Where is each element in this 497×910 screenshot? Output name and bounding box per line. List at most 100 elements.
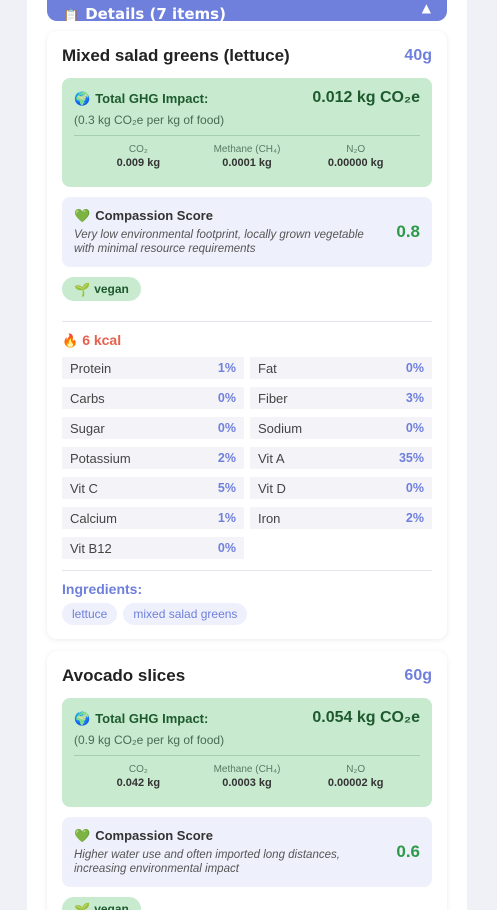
gas-name: N₂O	[346, 144, 366, 155]
gas-value: 0.042 kg	[116, 777, 161, 789]
vegan-tag: 🌱 vegan	[62, 897, 141, 910]
results-panel: 📋 Details (7 items) ▲ Mixed salad greens…	[27, 0, 467, 910]
nutrient-name: Vit C	[70, 480, 98, 496]
tag-label: vegan	[94, 902, 129, 910]
item-card: Mixed salad greens (lettuce) 40g 🌍 Total …	[47, 31, 447, 639]
compassion-box: 💚 Compassion Score Very low environmental…	[62, 197, 432, 267]
compassion-box: 💚 Compassion Score Higher water use and o…	[62, 817, 432, 887]
nutrient-sugar: Sugar 0%	[62, 417, 244, 439]
details-header[interactable]: 📋 Details (7 items) ▲	[47, 0, 447, 21]
nutrient-name: Calcium	[70, 510, 117, 526]
nutrient-name: Vit D	[258, 480, 286, 496]
compassion-description: Very low environmental footprint, locall…	[74, 229, 364, 255]
calories: 🔥 6 kcal	[62, 332, 432, 348]
gas-value: 0.009 kg	[116, 157, 161, 169]
seedling-icon: 🌱	[74, 901, 91, 910]
nutrient-value: 1%	[217, 361, 236, 375]
ghg-label: Total GHG Impact:	[95, 90, 209, 106]
gas-value: 0.00000 kg	[327, 157, 384, 169]
ingredient-tag: mixed salad greens	[123, 603, 248, 625]
nutrient-name: Potassium	[70, 450, 131, 466]
nutrient-value: 0%	[217, 421, 236, 435]
nutrient-protein: Protein 1%	[62, 357, 244, 379]
fire-icon: 🔥	[62, 332, 79, 348]
nutrient-sodium: Sodium 0%	[250, 417, 432, 439]
ghg-per-kg: (0.3 kg CO₂e per kg of food)	[74, 113, 225, 127]
nutrient-name: Vit A	[258, 450, 285, 466]
nutrient-iron: Iron 2%	[250, 507, 432, 529]
vegan-tag: 🌱 vegan	[62, 277, 141, 301]
gas-methane: Methane (CH₄) 0.0001 kg	[193, 144, 302, 169]
nutrient-value: 0%	[405, 361, 424, 375]
kcal-value: 6 kcal	[82, 332, 122, 348]
nutrient-name: Protein	[70, 360, 112, 376]
ghg-value: 0.012 kg CO₂e	[312, 89, 420, 106]
nutrient-value: 2%	[217, 451, 236, 465]
nutrient-name: Fat	[258, 360, 277, 376]
nutrient-value: 0%	[405, 421, 424, 435]
gas-name: CO₂	[128, 764, 148, 775]
ghg-per-kg: (0.9 kg CO₂e per kg of food)	[74, 733, 225, 747]
nutrient-value: 1%	[217, 511, 236, 525]
gas-value: 0.00002 kg	[327, 777, 384, 789]
nutrient-carbs: Carbs 0%	[62, 387, 244, 409]
globe-icon: 🌍	[74, 710, 91, 726]
nutrient-value: 35%	[398, 451, 424, 465]
green-heart-icon: 💚	[74, 208, 91, 223]
ghg-value: 0.054 kg CO₂e	[312, 709, 420, 726]
nutrient-fiber: Fiber 3%	[250, 387, 432, 409]
gas-co2: CO₂ 0.042 kg	[84, 764, 193, 789]
nutrient-value: 5%	[217, 481, 236, 495]
compassion-score: 0.6	[396, 842, 420, 861]
nutrient-name: Iron	[258, 510, 281, 526]
divider	[62, 570, 432, 571]
nutrient-grid: Protein 1% Fat 0% Carbs 0% Fiber 3% Sugar 0% …	[62, 357, 432, 559]
clipboard-icon: 📋	[63, 9, 80, 21]
item-name: Mixed salad greens (lettuce)	[62, 46, 290, 65]
nutrient-name: Sugar	[70, 420, 105, 436]
gas-n2o: N₂O 0.00000 kg	[301, 144, 410, 169]
chevron-up-icon[interactable]: ▲	[422, 1, 431, 15]
nutrient-name: Vit B12	[70, 540, 112, 556]
item-weight: 40g	[404, 47, 432, 64]
item-name: Avocado slices	[62, 666, 186, 685]
compassion-title: Compassion Score	[95, 208, 213, 223]
nutrient-value: 0%	[217, 541, 236, 555]
nutrient-name: Carbs	[70, 390, 105, 406]
globe-icon: 🌍	[74, 90, 91, 106]
tag-label: vegan	[94, 282, 129, 296]
nutrient-vit-d: Vit D 0%	[250, 477, 432, 499]
gas-n2o: N₂O 0.00002 kg	[301, 764, 410, 789]
nutrient-calcium: Calcium 1%	[62, 507, 244, 529]
nutrient-potassium: Potassium 2%	[62, 447, 244, 469]
gas-value: 0.0003 kg	[222, 777, 272, 789]
nutrient-fat: Fat 0%	[250, 357, 432, 379]
gas-co2: CO₂ 0.009 kg	[84, 144, 193, 169]
ghg-label: Total GHG Impact:	[95, 710, 209, 726]
nutrient-name: Fiber	[258, 390, 288, 406]
divider	[74, 755, 420, 756]
gas-name: CO₂	[128, 144, 148, 155]
item-card: Avocado slices 60g 🌍 Total GHG Impact: 0.…	[47, 651, 447, 910]
nutrient-value: 0%	[217, 391, 236, 405]
nutrient-value: 3%	[405, 391, 424, 405]
gas-name: N₂O	[346, 764, 366, 775]
compassion-title: Compassion Score	[95, 828, 213, 843]
ghg-impact-box: 🌍 Total GHG Impact: 0.054 kg CO₂e (0.9 kg…	[62, 698, 432, 807]
gas-name: Methane (CH₄)	[213, 144, 281, 155]
ingredient-tag: lettuce	[62, 603, 118, 625]
gas-methane: Methane (CH₄) 0.0003 kg	[193, 764, 302, 789]
details-title: Details (7 items)	[85, 5, 226, 21]
nutrient-name: Sodium	[258, 420, 303, 436]
compassion-description: Higher water use and often imported long…	[74, 849, 340, 875]
ingredients-label: Ingredients:	[62, 581, 143, 597]
item-weight: 60g	[404, 667, 432, 684]
nutrient-value: 0%	[405, 481, 424, 495]
compassion-score: 0.8	[396, 222, 420, 241]
nutrient-vit-a: Vit A 35%	[250, 447, 432, 469]
green-heart-icon: 💚	[74, 828, 91, 843]
seedling-icon: 🌱	[74, 281, 91, 297]
nutrient-value: 2%	[405, 511, 424, 525]
gas-value: 0.0001 kg	[222, 157, 272, 169]
nutrient-vit-c: Vit C 5%	[62, 477, 244, 499]
